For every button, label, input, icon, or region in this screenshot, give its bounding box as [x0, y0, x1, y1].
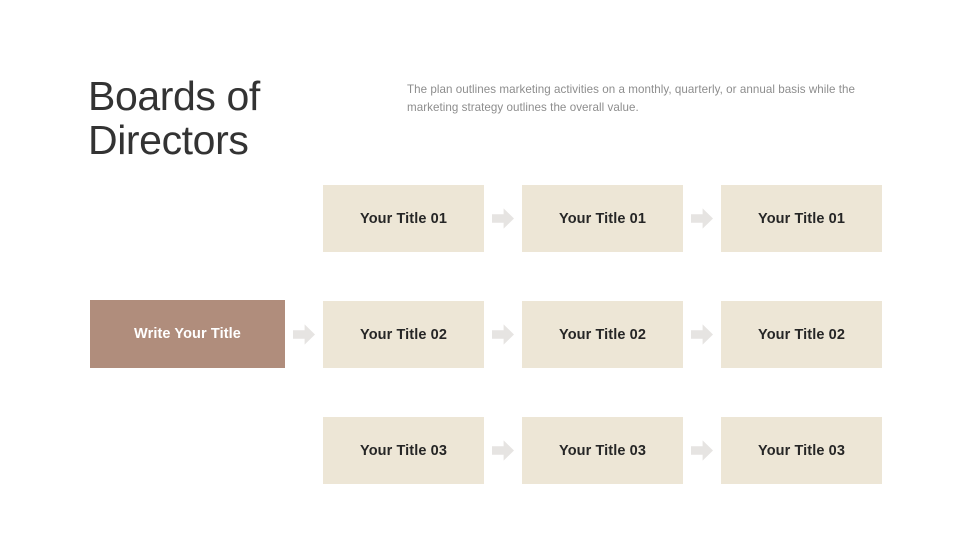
lead-box[interactable]: Write Your Title: [90, 300, 285, 368]
matrix-cell-label: Your Title 01: [360, 210, 447, 227]
arrow-right-icon: [691, 440, 713, 461]
matrix-cell-label: Your Title 03: [360, 442, 447, 459]
matrix-cell-label: Your Title 02: [758, 326, 845, 343]
matrix-cell-label: Your Title 03: [758, 442, 845, 459]
matrix-cell-label: Your Title 02: [360, 326, 447, 343]
arrow-right-icon: [293, 324, 315, 345]
matrix-cell[interactable]: Your Title 02: [721, 301, 882, 368]
matrix-cell[interactable]: Your Title 01: [721, 185, 882, 252]
matrix-cell[interactable]: Your Title 03: [522, 417, 683, 484]
matrix-cell[interactable]: Your Title 01: [323, 185, 484, 252]
matrix-cell-label: Your Title 01: [758, 210, 845, 227]
arrow-right-icon: [492, 440, 514, 461]
matrix-cell[interactable]: Your Title 01: [522, 185, 683, 252]
matrix-cell[interactable]: Your Title 02: [323, 301, 484, 368]
matrix-cell-label: Your Title 03: [559, 442, 646, 459]
matrix-cell-label: Your Title 01: [559, 210, 646, 227]
arrow-right-icon: [691, 208, 713, 229]
slide-canvas: Boards of Directors The plan outlines ma…: [0, 0, 980, 551]
matrix-cell-label: Your Title 02: [559, 326, 646, 343]
process-matrix: Write Your Title Your Title 01 Your Titl…: [0, 0, 980, 551]
lead-box-label: Write Your Title: [134, 326, 241, 342]
matrix-cell[interactable]: Your Title 03: [323, 417, 484, 484]
arrow-right-icon: [492, 324, 514, 345]
matrix-cell[interactable]: Your Title 02: [522, 301, 683, 368]
arrow-right-icon: [492, 208, 514, 229]
matrix-cell[interactable]: Your Title 03: [721, 417, 882, 484]
arrow-right-icon: [691, 324, 713, 345]
